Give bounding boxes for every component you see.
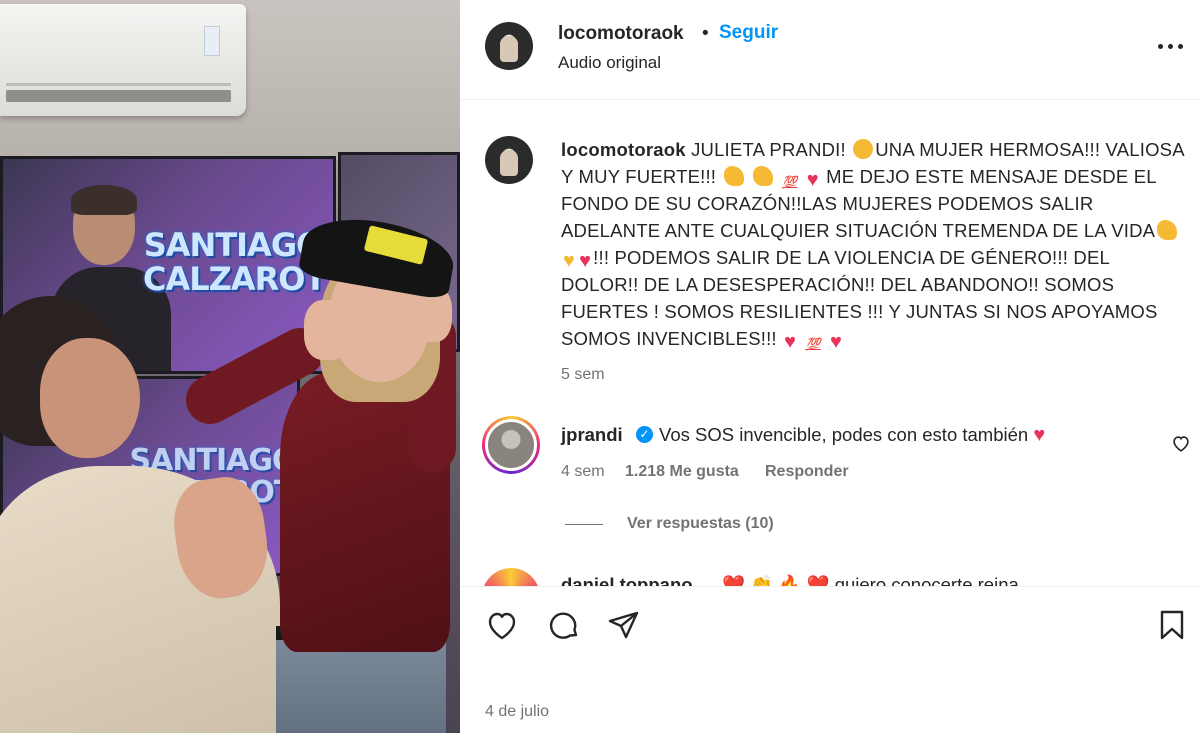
author-username[interactable]: locomotoraok xyxy=(558,23,684,45)
comment-text-2: ❤️ 👏 🔥 ❤️ quiero conocerte reina xyxy=(722,574,1019,586)
caption-timestamp[interactable]: 5 sem xyxy=(561,366,605,384)
post-header: locomotoraok • Seguir Audio original xyxy=(460,0,1200,100)
post-caption: locomotoraok JULIETA PRANDI! UNA MUJER H… xyxy=(561,139,1184,353)
post-media[interactable]: SANTIAGO CALZAROTTO SANTIAGO CALZAROTTO xyxy=(0,0,460,733)
reply-button[interactable]: Responder xyxy=(765,463,849,481)
separator-dot: • xyxy=(702,23,709,44)
person-right xyxy=(177,209,460,733)
comment-text: Vos SOS invencible, podes con esto tambi… xyxy=(659,424,1046,446)
hugging-face-emoji-icon xyxy=(853,139,874,159)
commenter-username[interactable]: jprandi xyxy=(561,424,623,446)
actions-divider xyxy=(460,586,1200,587)
view-replies-button[interactable]: Ver respuestas (10) xyxy=(627,515,774,533)
heart-icon[interactable] xyxy=(484,607,520,643)
replies-divider xyxy=(565,524,603,525)
post-date[interactable]: 4 de julio xyxy=(485,703,549,721)
commenter-avatar[interactable] xyxy=(482,416,540,474)
comment-icon[interactable] xyxy=(546,607,582,643)
hundred-points-emoji-icon: 💯 xyxy=(782,175,798,189)
heart-emoji-icon: ♥ xyxy=(806,169,819,191)
follow-button[interactable]: Seguir xyxy=(719,22,778,44)
heart-emoji-icon: ♥ xyxy=(784,331,797,353)
flexed-biceps-emoji-icon xyxy=(752,166,773,186)
heart-emoji-icon: ♥ xyxy=(579,250,592,272)
flexed-biceps-emoji-icon xyxy=(723,166,744,186)
comment-timestamp[interactable]: 4 sem xyxy=(561,463,605,481)
commenter-avatar-2[interactable] xyxy=(482,568,540,586)
audio-link[interactable]: Audio original xyxy=(558,53,661,73)
air-conditioner xyxy=(0,4,246,116)
bookmark-icon[interactable] xyxy=(1154,607,1190,643)
caption-username[interactable]: locomotoraok xyxy=(561,139,686,160)
comment-like-heart-icon[interactable] xyxy=(1170,432,1192,454)
comment-likes[interactable]: 1.218 Me gusta xyxy=(625,463,739,481)
caption-author-avatar[interactable] xyxy=(485,136,533,184)
verified-badge-icon: ✓ xyxy=(636,426,653,443)
comment-partial: daniel.toppano ❤️ 👏 🔥 ❤️ quiero conocert… xyxy=(460,566,1200,586)
share-icon[interactable] xyxy=(606,607,642,643)
hundred-points-emoji-icon: 💯 xyxy=(805,337,821,351)
commenter-username-2[interactable]: daniel.toppano xyxy=(561,574,693,586)
post-panel: locomotoraok • Seguir Audio original loc… xyxy=(460,0,1200,733)
yellow-heart-emoji-icon: ♥ xyxy=(563,250,576,272)
more-options-icon[interactable] xyxy=(1148,36,1192,56)
heart-emoji-icon: ♥ xyxy=(830,331,843,353)
author-avatar[interactable] xyxy=(485,22,533,70)
flexed-biceps-emoji-icon xyxy=(1157,220,1178,240)
